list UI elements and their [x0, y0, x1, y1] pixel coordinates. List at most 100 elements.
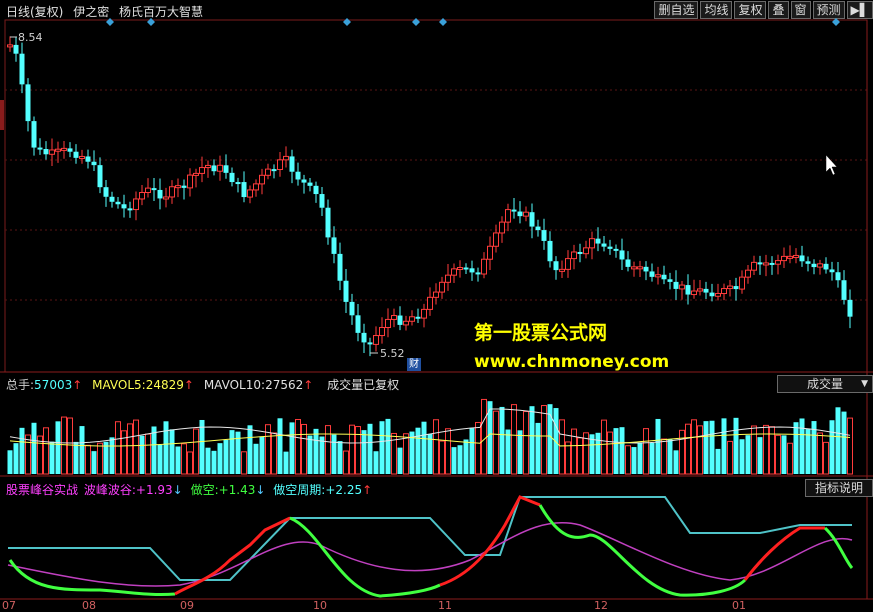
volume-bar-up — [847, 417, 853, 475]
kline-candle-up — [637, 266, 643, 270]
volume-bar-down — [205, 447, 211, 474]
kline-candle-up — [253, 183, 259, 191]
kline-candle-up — [145, 187, 151, 194]
kline-candle-down — [349, 301, 355, 316]
volume-bar-down — [835, 407, 841, 474]
kline-candle-up — [505, 209, 511, 223]
kline-candle-up — [187, 174, 193, 189]
kline-candle-down — [733, 286, 739, 290]
volume-bar-up — [67, 417, 73, 475]
kline-candle-up — [391, 315, 397, 320]
volume-bar-down — [169, 429, 175, 474]
kline-candle-down — [709, 292, 715, 297]
kline-candle-down — [649, 271, 655, 277]
kline-candle-down — [43, 149, 49, 155]
kline-candle-down — [643, 266, 649, 272]
volume-bar-up — [577, 437, 583, 475]
kline-candle-up — [49, 149, 55, 155]
volume-bar-down — [613, 428, 619, 474]
kline-candle-down — [211, 165, 217, 172]
volume-bar-down — [517, 430, 523, 474]
diamond-marker-icon — [832, 18, 840, 26]
volume-bar-down — [715, 448, 721, 474]
kline-candle-down — [769, 262, 775, 265]
kline-candle-down — [799, 255, 805, 262]
indicator-info-bar: 股票峰谷实战 波峰波谷:+1.93↓ 做空:+1.43↓ 做空周期:+2.25↑ — [6, 481, 372, 498]
high-price-label: 8.54 — [18, 31, 43, 44]
kline-candle-down — [517, 211, 523, 217]
volume-bar-down — [49, 441, 55, 474]
volume-bar-down — [199, 419, 205, 474]
volume-bar-down — [739, 439, 745, 474]
volume-bar-down — [163, 421, 169, 474]
volume-bar-up — [601, 419, 607, 475]
volume-indicator-select[interactable]: 成交量 ▼ — [777, 375, 873, 393]
kline-candle-down — [295, 171, 301, 180]
kline-candle-down — [673, 281, 679, 289]
volume-bar-up — [625, 445, 631, 475]
volume-bar-down — [721, 418, 727, 474]
volume-bar-up — [763, 424, 769, 475]
volume-bar-down — [421, 421, 427, 474]
kline-candle-up — [445, 274, 451, 283]
kline-candle-down — [73, 151, 79, 158]
kline-candle-down — [847, 299, 853, 317]
kline-candle-down — [151, 188, 157, 191]
volume-bar-down — [553, 408, 559, 474]
kline-candle-up — [481, 258, 487, 275]
financial-report-badge[interactable]: 财 — [407, 358, 421, 371]
kline-candle-down — [805, 261, 811, 264]
kline-chart-canvas[interactable] — [0, 0, 873, 610]
volume-bar-down — [139, 435, 145, 474]
volume-bar-down — [805, 429, 811, 474]
kline-candle-up — [745, 269, 751, 278]
kline-candle-up — [697, 288, 703, 292]
volume-bar-down — [109, 437, 115, 474]
volume-bar-down — [499, 406, 505, 474]
kline-candle-down — [331, 237, 337, 254]
kline-candle-down — [367, 342, 373, 345]
kline-candle-up — [589, 238, 595, 249]
volume-bar-up — [301, 423, 307, 475]
up-arrow-icon: ↑ — [183, 378, 194, 392]
volume-bar-down — [733, 417, 739, 474]
volume-bar-down — [55, 421, 61, 474]
diamond-marker-icon — [343, 18, 351, 26]
kline-candle-down — [619, 250, 625, 260]
volume-bar-down — [709, 420, 715, 474]
kline-candle-up — [433, 291, 439, 298]
volume-bar-down — [505, 429, 511, 474]
volume-bar-up — [823, 441, 829, 475]
volume-bar-up — [295, 419, 301, 475]
volume-bar-up — [403, 433, 409, 475]
volume-bar-up — [787, 442, 793, 475]
mavol5-label: MAVOL5: — [92, 378, 146, 392]
kline-candle-down — [67, 148, 73, 152]
kline-candle-up — [247, 189, 253, 198]
kline-candle-up — [451, 268, 457, 276]
kline-candle-down — [511, 209, 517, 212]
kline-candle-up — [175, 185, 181, 189]
kline-candle-down — [325, 207, 331, 238]
volume-bar-down — [793, 422, 799, 474]
volume-bar-up — [25, 434, 31, 475]
low-price-label: 5.52 — [380, 347, 405, 360]
kline-candle-down — [685, 285, 691, 295]
kline-candle-down — [25, 84, 31, 122]
volume-bar-up — [697, 425, 703, 475]
volume-bar-up — [193, 428, 199, 475]
mavol10-value: 27562 — [265, 378, 304, 392]
indicator-help-button[interactable]: 指标说明 — [805, 479, 873, 497]
peak-valley-label: 波峰波谷: — [83, 483, 136, 497]
kline-candle-down — [91, 161, 97, 166]
kline-candle-down — [361, 332, 367, 343]
volume-bar-down — [73, 441, 79, 474]
kline-candle-up — [199, 167, 205, 174]
watermark-title: 第一股票公式网 — [474, 322, 608, 344]
kline-candle-down — [85, 156, 91, 162]
kline-candle-down — [613, 248, 619, 251]
volume-bar-down — [157, 444, 163, 474]
down-arrow-icon: ↓ — [255, 483, 266, 497]
left-edge-marker — [0, 100, 4, 130]
kline-candle-down — [667, 279, 673, 282]
